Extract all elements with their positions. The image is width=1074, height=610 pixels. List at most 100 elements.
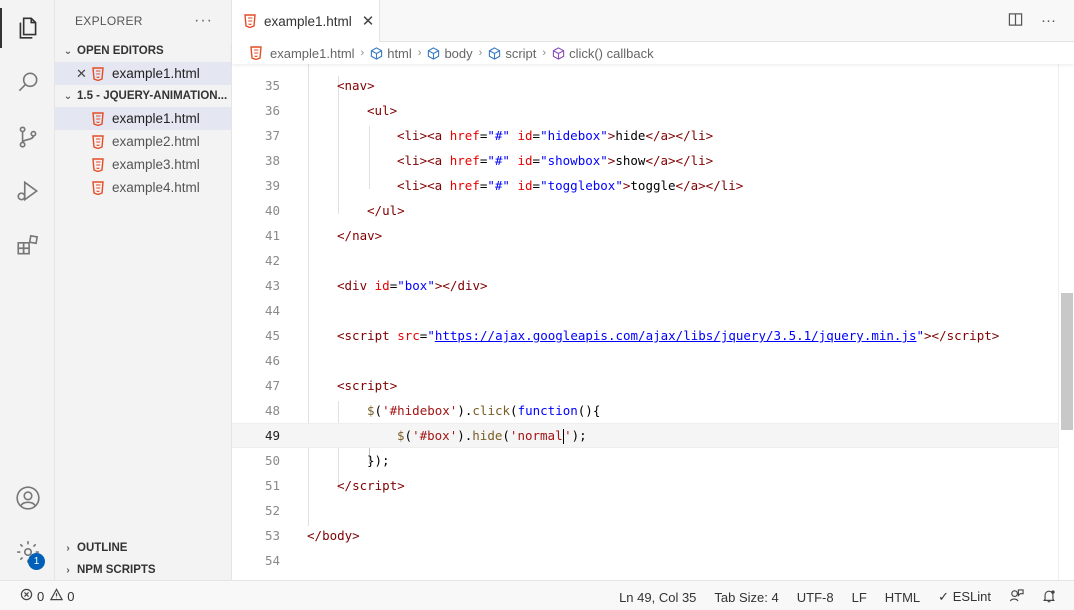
more-actions-icon[interactable]: ··· [194, 12, 213, 30]
code-line[interactable]: 36 <ul> [232, 98, 1058, 123]
code-token: toggle [630, 178, 676, 193]
eslint-status[interactable]: ✓ ESLint [938, 589, 991, 605]
code-token: >< [419, 128, 435, 143]
code-token: < [337, 278, 345, 293]
code-token: </ [337, 228, 353, 243]
code-line[interactable]: 38 <li><a href="#" id="showbox">show</a><… [232, 148, 1058, 173]
file-item-example1[interactable]: example1.html [55, 107, 231, 130]
code-token: > [352, 528, 360, 543]
source-control-icon[interactable] [14, 123, 42, 151]
code-line[interactable]: 51 </script> [232, 473, 1058, 498]
close-tab-icon[interactable]: ✕ [362, 12, 375, 30]
code-token: > [705, 128, 714, 143]
html-file-icon [92, 180, 104, 195]
open-editors-label: OPEN EDITORS [77, 45, 164, 57]
code-text: </ul> [367, 203, 405, 218]
npm-scripts-section[interactable]: › NPM SCRIPTS [55, 559, 232, 581]
code-token: src [397, 328, 420, 343]
code-line[interactable]: 49 $('#box').hide('normal '); [232, 423, 1058, 448]
accounts-icon[interactable] [14, 484, 42, 512]
chevron-right-icon: › [66, 542, 70, 554]
code-line[interactable]: 54 [232, 548, 1058, 573]
code-token: </ [645, 153, 661, 168]
breadcrumb-script[interactable]: script [488, 46, 536, 61]
code-line[interactable]: 43 <div id="box"></div> [232, 273, 1058, 298]
folder-section[interactable]: ⌄ 1.5 - JQUERY-ANIMATION... [55, 85, 231, 107]
code-line[interactable]: 42 [232, 248, 1058, 273]
code-token: > [705, 153, 714, 168]
breadcrumb-file[interactable]: example1.html [250, 46, 355, 61]
explorer-icon[interactable] [14, 14, 42, 42]
encoding[interactable]: UTF-8 [797, 590, 834, 605]
problems-indicator[interactable]: 0 0 [20, 588, 74, 604]
run-debug-icon[interactable] [14, 177, 42, 205]
code-token: script [946, 328, 992, 343]
cursor-position[interactable]: Ln 49, Col 35 [619, 590, 696, 605]
code-token: '#box' [412, 427, 458, 443]
code-token: $ [367, 403, 375, 418]
breadcrumb-body[interactable]: body [427, 46, 473, 61]
tab-size[interactable]: Tab Size: 4 [714, 590, 778, 605]
code-line[interactable]: 45 <script src="https://ajax.googleapis.c… [232, 323, 1058, 348]
chevron-down-icon: ⌄ [63, 90, 73, 102]
close-editor-icon[interactable]: ✕ [76, 66, 87, 82]
breadcrumb-callback[interactable]: click() callback [552, 46, 654, 61]
more-actions-icon[interactable]: ··· [1041, 12, 1056, 31]
file-item-example3[interactable]: example3.html [55, 153, 231, 176]
code-token: li [404, 153, 420, 168]
code-token: > [480, 278, 488, 293]
outline-section[interactable]: › OUTLINE [55, 537, 232, 559]
extensions-icon[interactable] [14, 231, 42, 259]
code-line[interactable]: 48 $('#hidebox').click(function(){ [232, 398, 1058, 423]
code-token: </ [337, 478, 353, 493]
code-token: </ [645, 128, 661, 143]
feedback-icon[interactable] [1009, 588, 1024, 606]
code-token: </ [307, 528, 323, 543]
end-of-line[interactable]: LF [852, 590, 867, 605]
code-token: "#" [487, 128, 510, 143]
file-name: example2.html [112, 134, 200, 149]
search-icon[interactable] [14, 68, 42, 96]
code-line[interactable]: 41 </nav> [232, 223, 1058, 248]
file-name: example1.html [112, 111, 200, 126]
tab-example1[interactable]: example1.html ✕ [232, 0, 380, 42]
line-number: 43 [264, 278, 280, 293]
code-line[interactable]: 52 [232, 498, 1058, 523]
eslint-label: ESLint [952, 589, 991, 604]
code-line[interactable]: 47 <script> [232, 373, 1058, 398]
code-line[interactable]: 53 </body> [232, 523, 1058, 548]
code-line[interactable]: 39 <li><a href="#" id="togglebox">toggle<… [232, 173, 1058, 198]
code-token: ( [404, 427, 413, 443]
code-line[interactable]: 35 <nav> [232, 73, 1058, 98]
line-number: 35 [264, 78, 280, 93]
chevron-right-icon: › [66, 564, 70, 576]
scrollbar-thumb[interactable] [1061, 293, 1073, 430]
warning-count: 0 [67, 588, 75, 604]
code-token: ). [457, 427, 473, 443]
vertical-scrollbar[interactable] [1058, 64, 1074, 580]
code-line[interactable]: 46 [232, 348, 1058, 373]
line-number: 46 [264, 353, 280, 368]
split-editor-icon[interactable] [1008, 12, 1023, 31]
open-editor-item[interactable]: ✕ example1.html [55, 62, 231, 85]
file-item-example2[interactable]: example2.html [55, 130, 231, 153]
code-token: function [517, 403, 578, 418]
notifications-bell-icon[interactable] [1042, 589, 1056, 606]
language-mode[interactable]: HTML [885, 590, 920, 605]
breadcrumb-html[interactable]: html [370, 46, 412, 61]
code-line[interactable]: 40 </ul> [232, 198, 1058, 223]
code-token: ></ [668, 153, 691, 168]
code-token: > [389, 103, 398, 118]
code-line[interactable]: 37 <li><a href="#" id="hidebox">hide</a><… [232, 123, 1058, 148]
code-token: = [532, 178, 541, 193]
code-token: ></ [668, 128, 691, 143]
open-editors-section[interactable]: ⌄ OPEN EDITORS [55, 40, 231, 62]
code-line[interactable]: 44 [232, 298, 1058, 323]
code-token: < [367, 103, 375, 118]
line-number: 53 [264, 528, 280, 543]
code-token: div [457, 278, 481, 293]
code-editor[interactable]: 35 <nav> 36 <ul> 37 <li><a href="#" id="hideb… [232, 64, 1074, 580]
code-line[interactable]: 50}); [232, 448, 1058, 473]
file-item-example4[interactable]: example4.html [55, 176, 231, 199]
code-token: "togglebox" [540, 178, 623, 193]
